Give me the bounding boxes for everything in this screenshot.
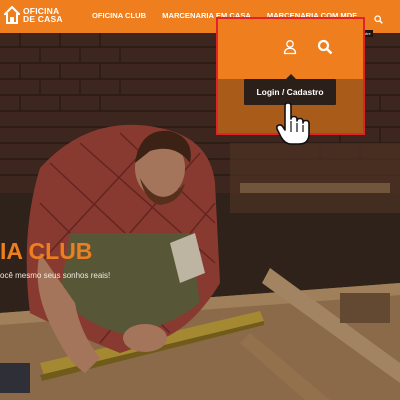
header-actions-bar [218,19,363,79]
hero-subtitle: ocê mesmo seus sonhos reais! [0,271,111,280]
user-icon[interactable] [282,39,298,55]
nav-item-oficina-club[interactable]: OFICINA CLUB [92,11,146,20]
hand-pointer-cursor-icon [275,102,310,146]
house-logo-icon [2,5,22,24]
site-logo[interactable]: OFICINA DE CASA [2,5,63,24]
hero-title: IA CLUB [0,238,93,264]
logo-line-2: DE CASA [23,14,63,24]
search-icon[interactable] [317,39,333,55]
search-icon[interactable] [374,11,383,29]
